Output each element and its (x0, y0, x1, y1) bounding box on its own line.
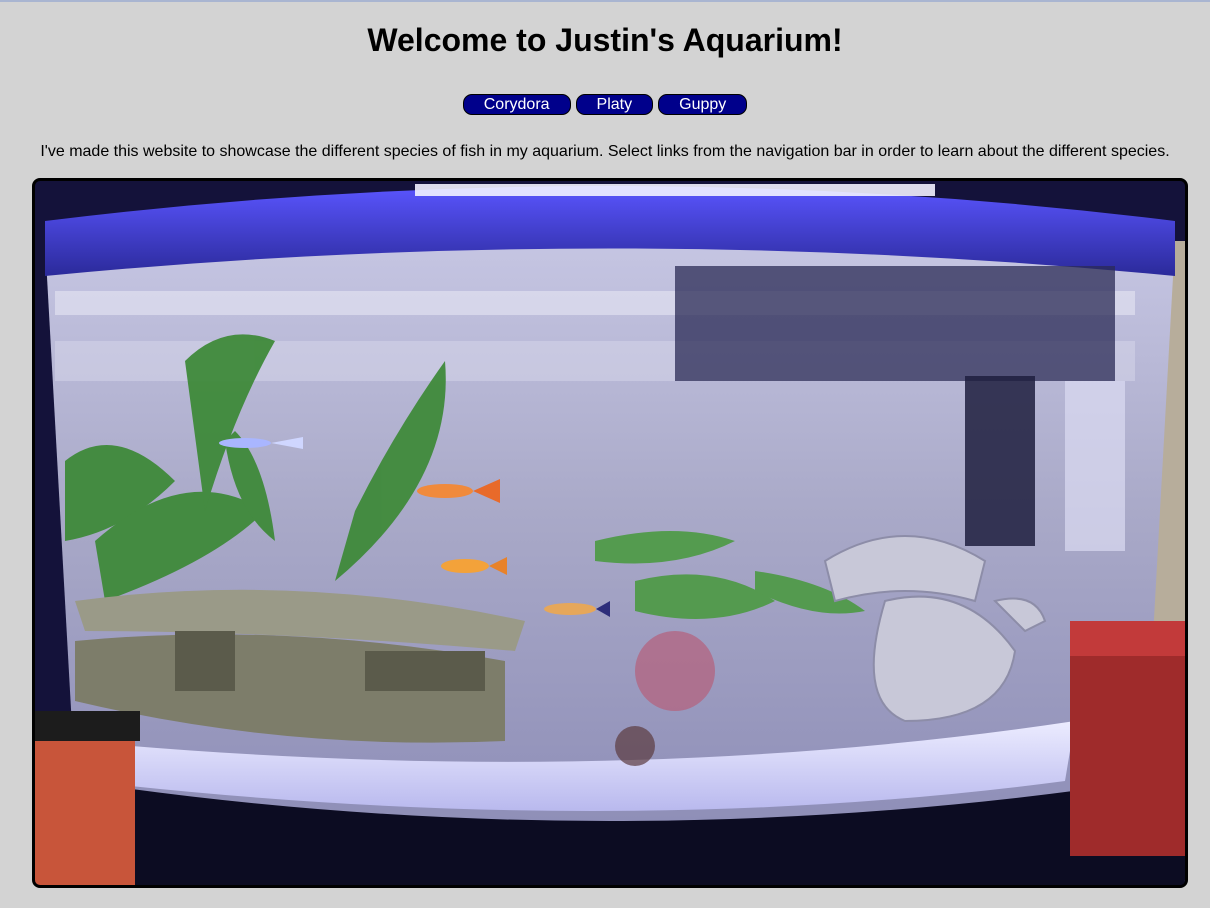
intro-paragraph: I've made this website to showcase the d… (40, 143, 1170, 160)
navigation-bar: Corydora Platy Guppy (0, 94, 1210, 115)
nav-link-platy[interactable]: Platy (575, 94, 654, 115)
aquarium-photo (32, 178, 1188, 888)
nav-link-corydora[interactable]: Corydora (462, 94, 571, 115)
top-border-line (0, 0, 1210, 2)
page-title: Welcome to Justin's Aquarium! (367, 22, 843, 58)
nav-link-guppy[interactable]: Guppy (658, 94, 748, 115)
aquarium-illustration (35, 181, 1185, 885)
